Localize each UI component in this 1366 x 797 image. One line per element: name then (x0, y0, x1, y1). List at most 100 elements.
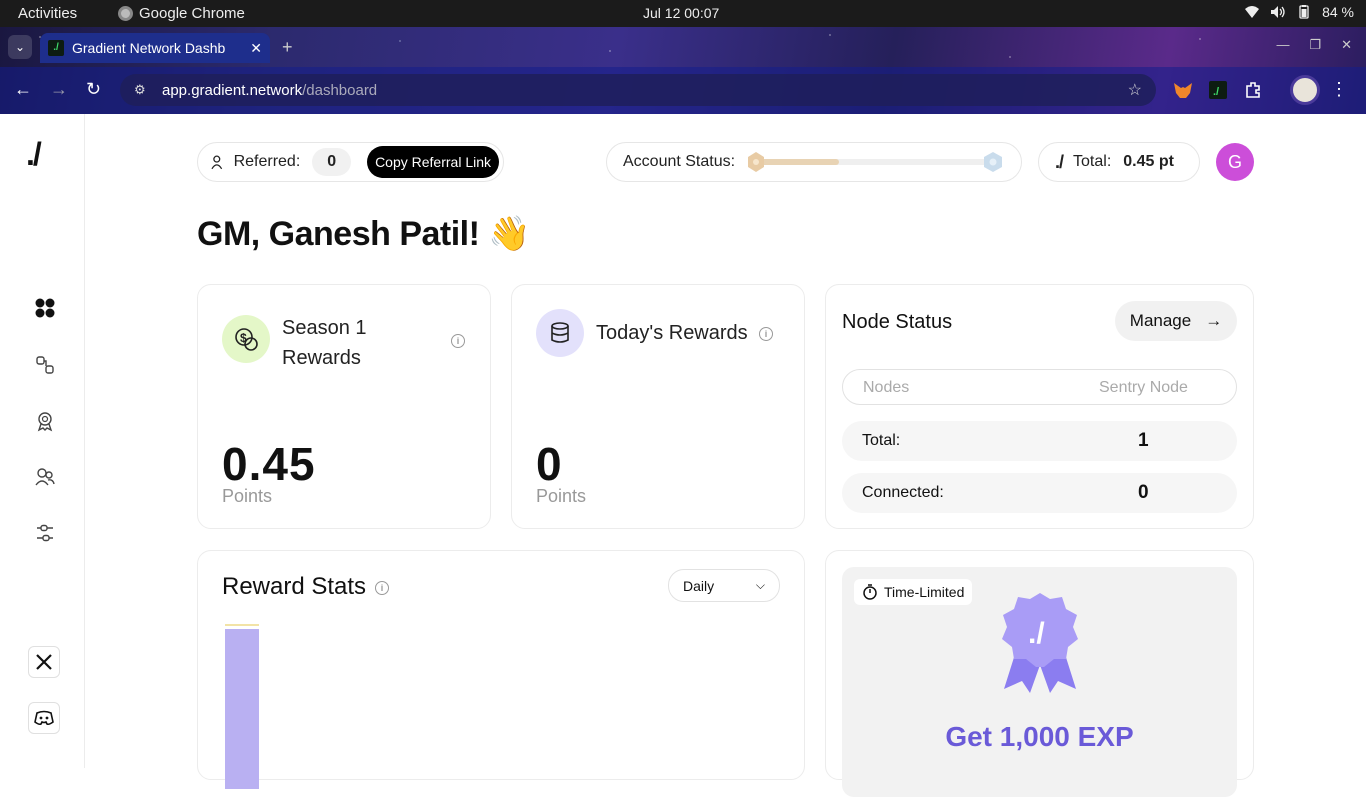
node-status-title: Node Status (842, 311, 953, 333)
url-path: /dashboard (302, 81, 378, 99)
referral-pill: Referred: 0 Copy Referral Link (197, 142, 504, 182)
stopwatch-icon (863, 584, 877, 600)
x-icon (36, 654, 52, 670)
extensions-puzzle-icon[interactable] (1243, 79, 1265, 101)
row-label: Connected: (862, 484, 944, 501)
bookmark-star-icon[interactable]: ☆ (1128, 80, 1142, 100)
site-info-icon[interactable]: ⚙ (134, 82, 152, 98)
tab-close-icon[interactable]: ✕ (250, 40, 262, 57)
rewards-icon[interactable] (34, 410, 56, 432)
total-points-pill: ./ Total: 0.45 pt (1038, 142, 1200, 182)
account-status-progress (748, 152, 1003, 172)
copy-referral-link-button[interactable]: Copy Referral Link (367, 146, 499, 178)
svg-text:./: ./ (1213, 86, 1219, 98)
x-twitter-link[interactable] (28, 646, 60, 678)
row-label: Total: (862, 432, 901, 449)
profile-avatar[interactable] (1290, 75, 1320, 105)
period-value: Daily (683, 577, 715, 594)
table-row: Total: 1 (842, 421, 1237, 461)
info-icon[interactable]: i (375, 581, 389, 595)
account-status-label: Account Status: (623, 153, 736, 170)
restore-icon[interactable]: ❐ (1309, 37, 1321, 53)
arrow-right-icon: → (1205, 311, 1223, 330)
user-icon (211, 155, 223, 170)
total-value: 0.45 pt (1123, 153, 1174, 170)
battery-percent: 84 % (1322, 4, 1354, 20)
season-rewards-value: 0.45 (222, 438, 316, 490)
coins-dollar-icon: $ (235, 328, 258, 351)
promo-title: Get 1,000 EXP (945, 721, 1134, 752)
gradient-mark-icon: ./ (1055, 151, 1064, 172)
os-top-bar: Activities Google Chrome Jul 12 00:07 84… (0, 0, 1366, 27)
table-row: Connected: 0 (842, 473, 1237, 513)
greeting-heading: GM, Ganesh Patil! 👋 (197, 215, 531, 253)
todays-rewards-unit: Points (536, 486, 587, 506)
chrome-icon (118, 6, 133, 21)
metamask-extension-icon[interactable] (1172, 79, 1194, 101)
settings-sliders-icon[interactable] (34, 522, 56, 544)
season-rewards-card: $ Season 1 Rewards i 0.45 Points (197, 284, 491, 529)
diamond-tier-badge-icon (984, 152, 1003, 172)
node-table-header: Nodes Sentry Node (842, 369, 1237, 405)
discord-link[interactable] (28, 702, 60, 734)
gradient-extension-icon[interactable]: ./ (1207, 79, 1229, 101)
promo-banner[interactable]: Time-Limited ./ Get 1,000 EXP (842, 567, 1237, 797)
bronze-tier-badge-icon (748, 152, 765, 172)
reload-icon[interactable]: ↻ (86, 79, 101, 100)
reward-stats-title: Reward Stats (222, 573, 367, 600)
app-name: Google Chrome (139, 5, 245, 22)
season-rewards-title-line2: Rewards (282, 347, 361, 369)
battery-icon (1299, 5, 1309, 19)
clock[interactable]: Jul 12 00:07 (643, 5, 719, 21)
season-rewards-unit: Points (222, 486, 273, 506)
period-select[interactable]: Daily ⌵ (668, 569, 780, 602)
app-sidebar: ./ (0, 114, 85, 768)
todays-rewards-card: Today's Rewards i 0 Points (511, 284, 805, 529)
browser-menu-icon[interactable]: ⋮ (1330, 79, 1348, 100)
todays-rewards-title: Today's Rewards (596, 322, 748, 344)
tab-title: Gradient Network Dashb (72, 40, 226, 56)
col-sentry-node: Sentry Node (1099, 379, 1188, 396)
promo-card: Time-Limited ./ Get 1,000 EXP (825, 550, 1254, 797)
info-icon[interactable]: i (451, 334, 465, 348)
award-ribbon-icon: ./ (1002, 593, 1078, 693)
manage-button[interactable]: Manage → (1115, 301, 1237, 341)
tab-search-button[interactable]: ⌄ (8, 35, 32, 59)
new-tab-icon[interactable]: + (282, 37, 293, 58)
account-status-pill: Account Status: (606, 142, 1022, 182)
dashboard-icon[interactable] (34, 297, 56, 319)
node-status-card: Node Status Manage → Nodes Sentry Node T… (825, 284, 1254, 529)
window-close-icon[interactable]: ✕ (1341, 37, 1352, 53)
row-value: 1 (1138, 430, 1149, 451)
info-icon[interactable]: i (759, 327, 773, 341)
forward-icon[interactable]: → (50, 79, 68, 100)
time-limited-label: Time-Limited (884, 584, 965, 600)
database-coins-icon (551, 322, 569, 343)
user-avatar[interactable]: G (1216, 143, 1254, 181)
nodes-icon[interactable] (34, 354, 56, 376)
referrals-icon[interactable] (34, 466, 56, 488)
reward-stats-card: Reward Stats i Daily ⌵ (197, 550, 805, 789)
minimize-icon[interactable]: — (1276, 37, 1289, 53)
window-controls: — ❐ ✕ (1276, 37, 1352, 53)
total-label: Total: (1073, 153, 1112, 170)
referred-label: Referred: (233, 153, 301, 170)
volume-icon (1271, 6, 1285, 18)
system-tray[interactable]: 84 % (1244, 4, 1354, 20)
gradient-logo[interactable]: ./ (26, 136, 42, 173)
activities-button[interactable]: Activities (18, 5, 77, 22)
svg-text:$: $ (240, 331, 247, 345)
reward-bar (225, 629, 259, 789)
time-limited-tag: Time-Limited (854, 579, 973, 605)
url-host: app.gradient.network (162, 81, 303, 99)
app-menu[interactable]: Google Chrome (118, 5, 245, 22)
discord-icon (34, 710, 54, 726)
svg-text:./: ./ (1028, 617, 1045, 650)
back-icon[interactable]: ← (14, 79, 32, 100)
browser-chrome: ⌄ ./ Gradient Network Dashb ✕ + — ❐ ✕ ← … (0, 27, 1366, 114)
row-value: 0 (1138, 482, 1149, 503)
referred-count: 0 (312, 148, 352, 176)
address-bar[interactable]: ⚙ app.gradient.network /dashboard ☆ (120, 74, 1156, 106)
manage-label: Manage (1129, 311, 1192, 330)
active-tab[interactable]: ./ Gradient Network Dashb ✕ (40, 33, 270, 63)
